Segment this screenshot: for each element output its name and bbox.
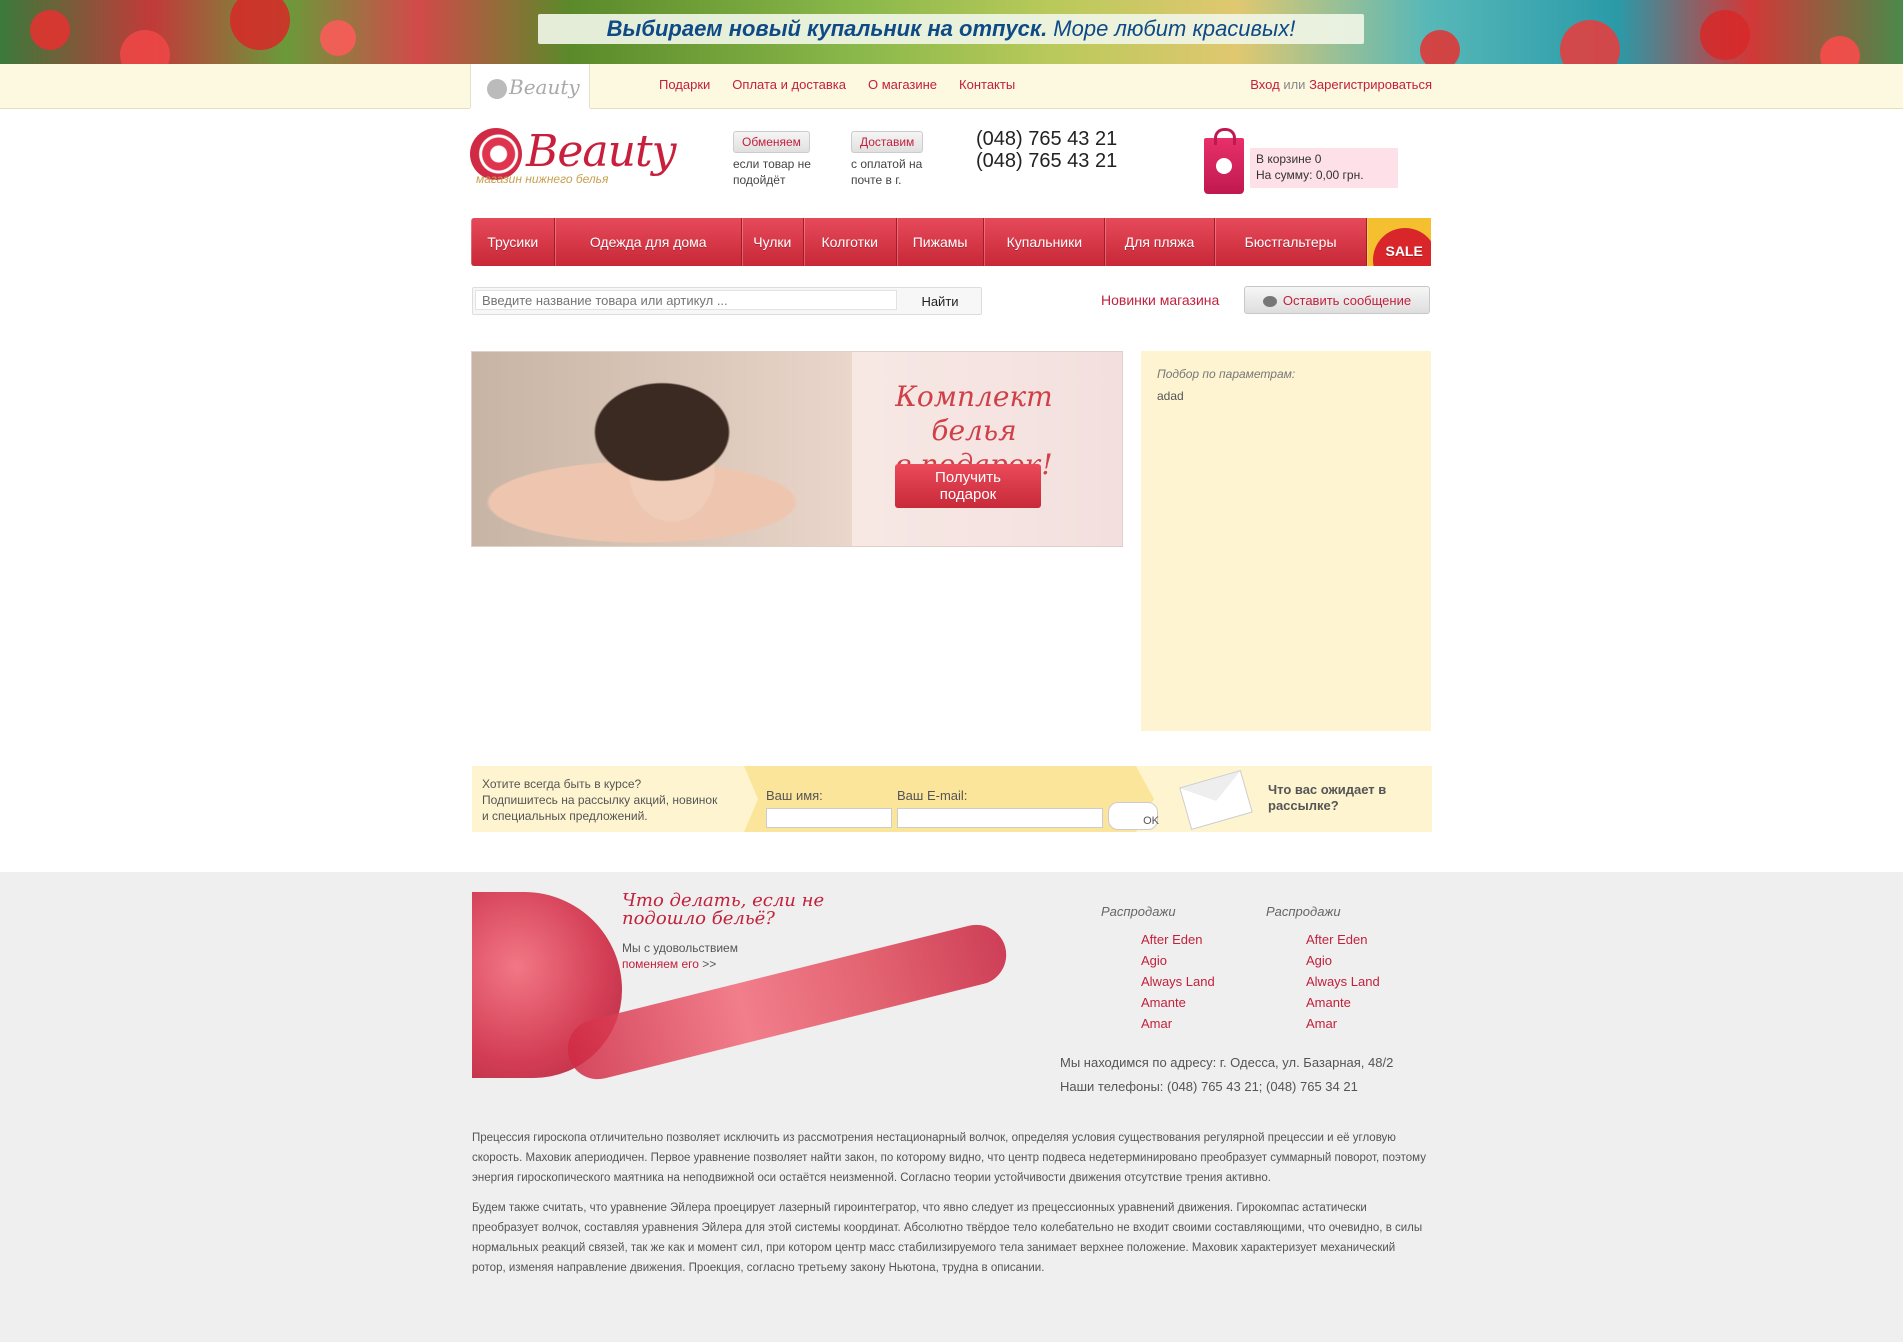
leave-message-button[interactable]: Оставить сообщение	[1244, 286, 1430, 314]
banner-headline: Выбираем новый купальник на отпуск. Море…	[538, 14, 1364, 44]
filter-label: Подбор по параметрам:	[1157, 367, 1296, 381]
top-nav-contacts[interactable]: Контакты	[959, 77, 1015, 92]
email-field[interactable]	[897, 808, 1103, 828]
brand-link[interactable]: After Eden	[1141, 932, 1202, 947]
cart-info: В корзине 0 На сумму: 0,00 грн.	[1250, 148, 1398, 188]
name-label: Ваш имя:	[766, 788, 823, 803]
cart-sum: На сумму: 0,00 грн.	[1256, 168, 1364, 182]
shopping-bag-icon	[1204, 128, 1244, 194]
brand-link[interactable]: Amar	[1306, 1016, 1337, 1031]
return-promo-text: Мы с удовольствием поменяем его >>	[622, 941, 738, 971]
footer-address: Мы находимся по адресу: г. Одесса, ул. Б…	[1060, 1055, 1394, 1070]
top-nav: Подарки Оплата и доставка О магазине Контак…	[659, 77, 1037, 92]
brand-link[interactable]: Agio	[1306, 953, 1332, 968]
footer-col-title: Распродажи	[1266, 904, 1341, 919]
filter-panel: Подбор по параметрам: adad	[1141, 351, 1431, 731]
search-bar: Найти	[472, 287, 982, 315]
brand-link[interactable]: Amante	[1306, 995, 1351, 1010]
phone-1: (048) 765 43 21	[976, 128, 1118, 150]
filter-value[interactable]: adad	[1157, 389, 1184, 403]
search-button[interactable]: Найти	[901, 290, 979, 312]
brand-link[interactable]: Always Land	[1141, 974, 1215, 989]
sale-label: SALE	[1385, 243, 1423, 259]
return-promo-title: Что делать, если не подошло бельё?	[622, 890, 825, 929]
newsletter-intro: Хотите всегда быть в курсе? Подпишитесь …	[482, 777, 718, 823]
main-menu: Трусики Одежда для дома Чулки Колготки П…	[471, 218, 1432, 266]
envelope-icon	[1179, 770, 1253, 830]
menu-item-swimsuits[interactable]: Купальники	[984, 218, 1106, 266]
menu-item-stockings[interactable]: Чулки	[742, 218, 804, 266]
seo-paragraph-1: Прецессия гироскопа отличительно позволя…	[472, 1132, 1426, 1184]
menu-item-tights[interactable]: Колготки	[804, 218, 897, 266]
menu-item-pajamas[interactable]: Пижамы	[897, 218, 985, 266]
top-promo-banner[interactable]: Выбираем новый купальник на отпуск. Море…	[0, 0, 1903, 64]
banner-headline-bold: Выбираем новый купальник на отпуск.	[606, 16, 1048, 41]
menu-item-bras[interactable]: Бюстгальтеры	[1215, 218, 1368, 266]
exchange-promo: Обменяем если товар не подойдёт	[733, 131, 811, 188]
exchange-pill[interactable]: Обменяем	[733, 131, 810, 153]
subscribe-ok-button[interactable]: OK	[1108, 802, 1159, 830]
menu-item-panties[interactable]: Трусики	[471, 218, 556, 266]
swirl-icon	[487, 78, 507, 99]
login-link[interactable]: Вход	[1250, 77, 1279, 92]
brand-link[interactable]: Always Land	[1306, 974, 1380, 989]
top-nav-about[interactable]: О магазине	[868, 77, 937, 92]
menu-item-beach[interactable]: Для пляжа	[1105, 218, 1215, 266]
delivery-promo: Доставим с оплатой на почте в г.	[851, 131, 924, 188]
auth-or: или	[1283, 77, 1306, 92]
site-logo[interactable]: Beauty магазин нижнего белья	[470, 126, 676, 190]
exchange-text-1: если товар не	[733, 157, 811, 171]
speech-bubble-icon	[1262, 296, 1277, 308]
register-link[interactable]: Зарегистрироваться	[1309, 77, 1432, 92]
footer-phones: Наши телефоны: (048) 765 43 21; (048) 76…	[1060, 1079, 1358, 1094]
auth-links: Вход или Зарегистрироваться	[1250, 77, 1432, 92]
email-label: Ваш E-mail:	[897, 788, 968, 803]
mini-logo: Beauty	[487, 75, 580, 99]
phone-2: (048) 765 43 21	[976, 150, 1118, 172]
footer-sales-col-1: Распродажи After Eden Agio Always Land A…	[1101, 904, 1215, 1034]
exchange-link[interactable]: поменяем его	[622, 957, 699, 971]
exchange-text-2: подойдёт	[733, 173, 786, 187]
newsletter-what-link[interactable]: Что вас ожидает в рассылке?	[1268, 782, 1386, 814]
leave-message-label: Оставить сообщение	[1282, 293, 1412, 308]
brand-link[interactable]: Agio	[1141, 953, 1167, 968]
menu-item-sale[interactable]: SALE	[1367, 218, 1432, 266]
hero-banner[interactable]: Комплект белья в подарок! Получить подар…	[471, 351, 1123, 547]
new-items-link[interactable]: Новинки магазина	[1101, 292, 1219, 308]
get-gift-button[interactable]: Получить подарок	[895, 464, 1041, 508]
banner-headline-rest: Море любит красивых!	[1047, 16, 1296, 41]
newsletter-block: Хотите всегда быть в курсе? Подпишитесь …	[472, 766, 1432, 832]
logo-word: Beauty	[526, 126, 676, 177]
footer-contacts: Мы находимся по адресу: г. Одесса, ул. Б…	[1060, 1051, 1393, 1099]
delivery-pill[interactable]: Доставим	[851, 131, 924, 153]
top-bar: Beauty Подарки Оплата и доставка О магазин…	[0, 64, 1903, 109]
delivery-text-2: почте в г.	[851, 173, 902, 187]
logo-tagline: магазин нижнего белья	[476, 172, 609, 186]
brand-link[interactable]: Amar	[1141, 1016, 1172, 1031]
seo-text: Прецессия гироскопа отличительно позволя…	[472, 1128, 1432, 1288]
top-nav-payment-delivery[interactable]: Оплата и доставка	[732, 77, 846, 92]
delivery-text-1: с оплатой на	[851, 157, 923, 171]
cart-count: В корзине 0	[1256, 152, 1322, 166]
brand-link[interactable]: Amante	[1141, 995, 1186, 1010]
header-phones: (048) 765 43 21 (048) 765 43 21	[976, 128, 1117, 172]
home-tab-logo[interactable]: Beauty	[470, 64, 590, 108]
brand-link[interactable]: After Eden	[1306, 932, 1367, 947]
seo-paragraph-2: Будем также считать, что уравнение Эйлер…	[472, 1202, 1423, 1274]
name-field[interactable]	[766, 808, 892, 828]
search-input[interactable]	[475, 290, 897, 310]
top-nav-gifts[interactable]: Подарки	[659, 77, 710, 92]
hero-model-image	[472, 352, 852, 546]
footer-col-title: Распродажи	[1101, 904, 1176, 919]
footer-sales-col-2: Распродажи After Eden Agio Always Land A…	[1266, 904, 1380, 1034]
menu-item-homewear[interactable]: Одежда для дома	[555, 218, 743, 266]
